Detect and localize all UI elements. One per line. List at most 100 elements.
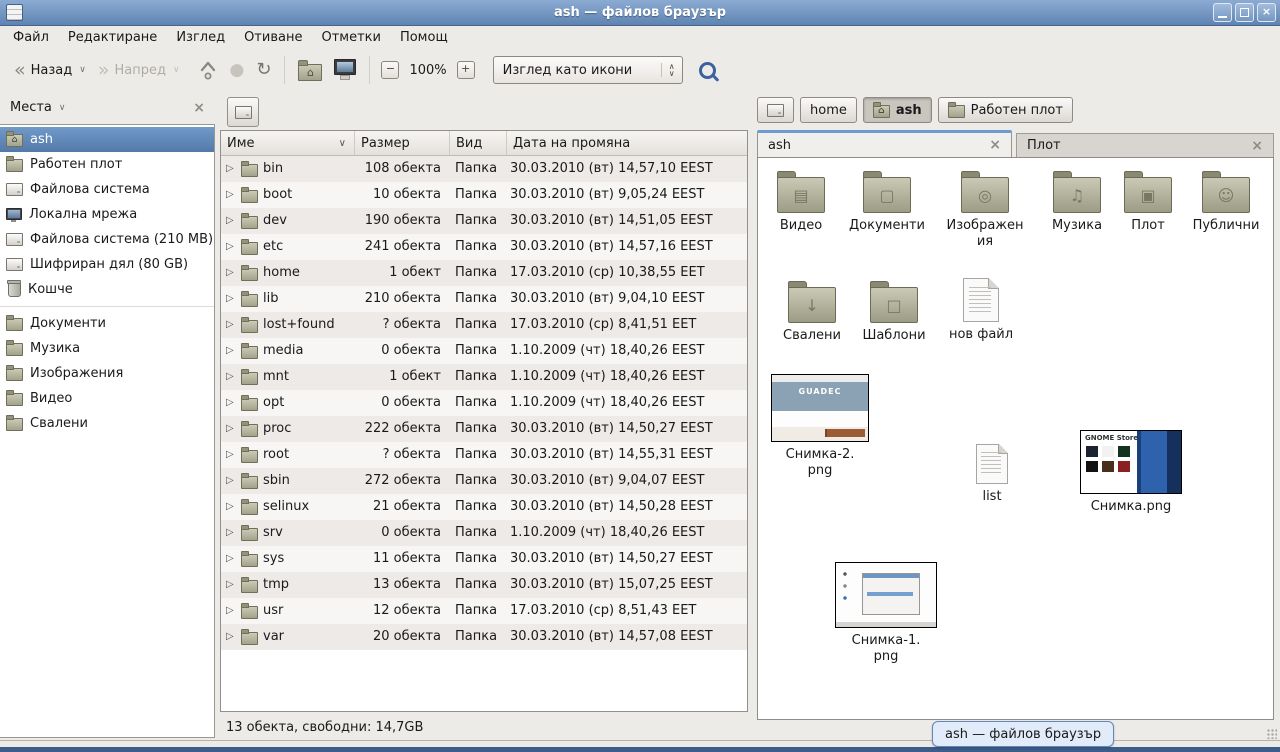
- column-header-type[interactable]: Вид: [450, 131, 507, 155]
- column-header-size[interactable]: Размер: [355, 131, 450, 155]
- expander-icon[interactable]: ▷: [226, 390, 236, 416]
- expander-icon[interactable]: ▷: [226, 260, 236, 286]
- sidebar-item[interactable]: Кошче: [0, 277, 214, 302]
- zoom-out-button[interactable]: −: [381, 61, 399, 79]
- table-row[interactable]: ▷ root ? обекта Папка 30.03.2010 (вт) 14…: [221, 442, 747, 468]
- table-row[interactable]: ▷ lib 210 обекта Папка 30.03.2010 (вт) 9…: [221, 286, 747, 312]
- sidebar-item[interactable]: Документи: [0, 311, 214, 336]
- sidebar-item[interactable]: Изображения: [0, 361, 214, 386]
- breadcrumb-button[interactable]: Работен плот: [938, 97, 1073, 123]
- menu-item[interactable]: Файл: [10, 29, 52, 46]
- table-row[interactable]: ▷ lost+found ? обекта Папка 17.03.2010 (…: [221, 312, 747, 338]
- table-row[interactable]: ▷ mnt 1 обект Папка 1.10.2009 (чт) 18,40…: [221, 364, 747, 390]
- menu-item[interactable]: Помощ: [397, 29, 451, 46]
- folder-item[interactable]: ▢ Документи: [838, 168, 936, 234]
- table-row[interactable]: ▷ etc 241 обекта Папка 30.03.2010 (вт) 1…: [221, 234, 747, 260]
- view-mode-select[interactable]: Изглед като икони ∧∨: [493, 56, 683, 84]
- expander-icon[interactable]: ▷: [226, 598, 236, 624]
- expander-icon[interactable]: ▷: [226, 208, 236, 234]
- forward-button[interactable]: » Напред ∨: [92, 58, 186, 83]
- expander-icon[interactable]: ▷: [226, 442, 236, 468]
- computer-button[interactable]: [328, 56, 362, 84]
- table-row[interactable]: ▷ usr 12 обекта Папка 17.03.2010 (ср) 8,…: [221, 598, 747, 624]
- expander-icon[interactable]: ▷: [226, 572, 236, 598]
- expander-icon[interactable]: ▷: [226, 286, 236, 312]
- file-item[interactable]: Снимка-1. png: [824, 562, 948, 665]
- folder-item[interactable]: ▣ Плот: [1120, 168, 1176, 234]
- breadcrumb-button[interactable]: [757, 97, 794, 123]
- table-row[interactable]: ▷ boot 10 обекта Папка 30.03.2010 (вт) 9…: [221, 182, 747, 208]
- folder-item[interactable]: ◎ Изображения: [936, 168, 1034, 250]
- sidebar-item[interactable]: ash: [0, 127, 214, 152]
- close-button[interactable]: ×: [1257, 3, 1276, 22]
- table-row[interactable]: ▷ sys 11 обекта Папка 30.03.2010 (вт) 14…: [221, 546, 747, 572]
- stop-button[interactable]: ●: [224, 59, 251, 82]
- sidebar-item[interactable]: Локална мрежа: [0, 202, 214, 227]
- breadcrumb-button[interactable]: ash: [863, 97, 932, 123]
- tab[interactable]: Плот ×: [1016, 133, 1274, 157]
- expander-icon[interactable]: ▷: [226, 494, 236, 520]
- table-row[interactable]: ▷ selinux 21 обекта Папка 30.03.2010 (вт…: [221, 494, 747, 520]
- sidebar-close-icon[interactable]: ×: [193, 101, 205, 115]
- up-button[interactable]: [192, 56, 224, 84]
- folder-item[interactable]: ▤ Видео: [764, 168, 838, 234]
- folder-item[interactable]: □ Шаблони: [852, 278, 936, 344]
- breadcrumb-button[interactable]: home: [800, 97, 857, 123]
- expander-icon[interactable]: ▷: [226, 182, 236, 208]
- sidebar-title[interactable]: Места: [10, 100, 52, 115]
- minimize-button[interactable]: [1213, 3, 1232, 22]
- sidebar-item[interactable]: Видео: [0, 386, 214, 411]
- sidebar-item[interactable]: Шифриран дял (80 GB): [0, 252, 214, 277]
- table-row[interactable]: ▷ srv 0 обекта Папка 1.10.2009 (чт) 18,4…: [221, 520, 747, 546]
- sidebar-item[interactable]: Свалени: [0, 411, 214, 436]
- menu-item[interactable]: Отиване: [241, 29, 305, 46]
- expander-icon[interactable]: ▷: [226, 624, 236, 650]
- expander-icon[interactable]: ▷: [226, 364, 236, 390]
- menu-item[interactable]: Изглед: [173, 29, 228, 46]
- table-row[interactable]: ▷ opt 0 обекта Папка 1.10.2009 (чт) 18,4…: [221, 390, 747, 416]
- search-icon[interactable]: [699, 62, 716, 79]
- folder-item[interactable]: ☺ Публични: [1176, 168, 1274, 234]
- sidebar-item[interactable]: Музика: [0, 336, 214, 361]
- folder-item[interactable]: ↓ Свалени: [772, 278, 852, 344]
- expander-icon[interactable]: ▷: [226, 546, 236, 572]
- menu-item[interactable]: Отметки: [318, 29, 383, 46]
- expander-icon[interactable]: ▷: [226, 338, 236, 364]
- column-header-name[interactable]: Име ∨: [221, 131, 355, 155]
- expander-icon[interactable]: ▷: [226, 468, 236, 494]
- column-header-date[interactable]: Дата на промяна: [507, 131, 747, 155]
- table-row[interactable]: ▷ bin 108 обекта Папка 30.03.2010 (вт) 1…: [221, 156, 747, 182]
- tab-close-icon[interactable]: ×: [989, 138, 1001, 152]
- folder-item[interactable]: нов файл: [936, 278, 1026, 343]
- expander-icon[interactable]: ▷: [226, 312, 236, 338]
- table-row[interactable]: ▷ media 0 обекта Папка 1.10.2009 (чт) 18…: [221, 338, 747, 364]
- zoom-in-button[interactable]: +: [457, 61, 475, 79]
- tab-close-icon[interactable]: ×: [1251, 139, 1263, 153]
- table-row[interactable]: ▷ dev 190 обекта Папка 30.03.2010 (вт) 1…: [221, 208, 747, 234]
- table-row[interactable]: ▷ sbin 272 обекта Папка 30.03.2010 (вт) …: [221, 468, 747, 494]
- menu-item[interactable]: Редактиране: [65, 29, 160, 46]
- tree-root-button[interactable]: [227, 97, 259, 127]
- table-row[interactable]: ▷ tmp 13 обекта Папка 30.03.2010 (вт) 15…: [221, 572, 747, 598]
- chevron-down-icon[interactable]: ∨: [59, 103, 66, 113]
- file-item[interactable]: GUADEC Снимка-2. png: [758, 374, 882, 479]
- folder-item[interactable]: ♫ Музика: [1034, 168, 1120, 234]
- table-row[interactable]: ▷ var 20 обекта Папка 30.03.2010 (вт) 14…: [221, 624, 747, 650]
- expander-icon[interactable]: ▷: [226, 520, 236, 546]
- maximize-button[interactable]: [1235, 3, 1254, 22]
- home-button[interactable]: [292, 57, 328, 84]
- expander-icon[interactable]: ▷: [226, 234, 236, 260]
- sidebar-item[interactable]: Файлова система: [0, 177, 214, 202]
- file-item[interactable]: list: [954, 444, 1030, 505]
- back-button[interactable]: « Назад ∨: [8, 58, 92, 83]
- back-dropdown-icon[interactable]: ∨: [79, 65, 86, 75]
- expander-icon[interactable]: ▷: [226, 156, 236, 182]
- resize-grip[interactable]: [1267, 729, 1277, 739]
- sidebar-item[interactable]: Работен плот: [0, 152, 214, 177]
- icon-view[interactable]: ▤ Видео ▢ Документи ◎: [757, 157, 1274, 720]
- file-item[interactable]: GNOME Store Снимка.png: [1058, 430, 1204, 515]
- table-row[interactable]: ▷ home 1 обект Папка 17.03.2010 (ср) 10,…: [221, 260, 747, 286]
- table-row[interactable]: ▷ proc 222 обекта Папка 30.03.2010 (вт) …: [221, 416, 747, 442]
- titlebar[interactable]: ash — файлов браузър ×: [0, 0, 1280, 26]
- sidebar-item[interactable]: Файлова система (210 MB): [0, 227, 214, 252]
